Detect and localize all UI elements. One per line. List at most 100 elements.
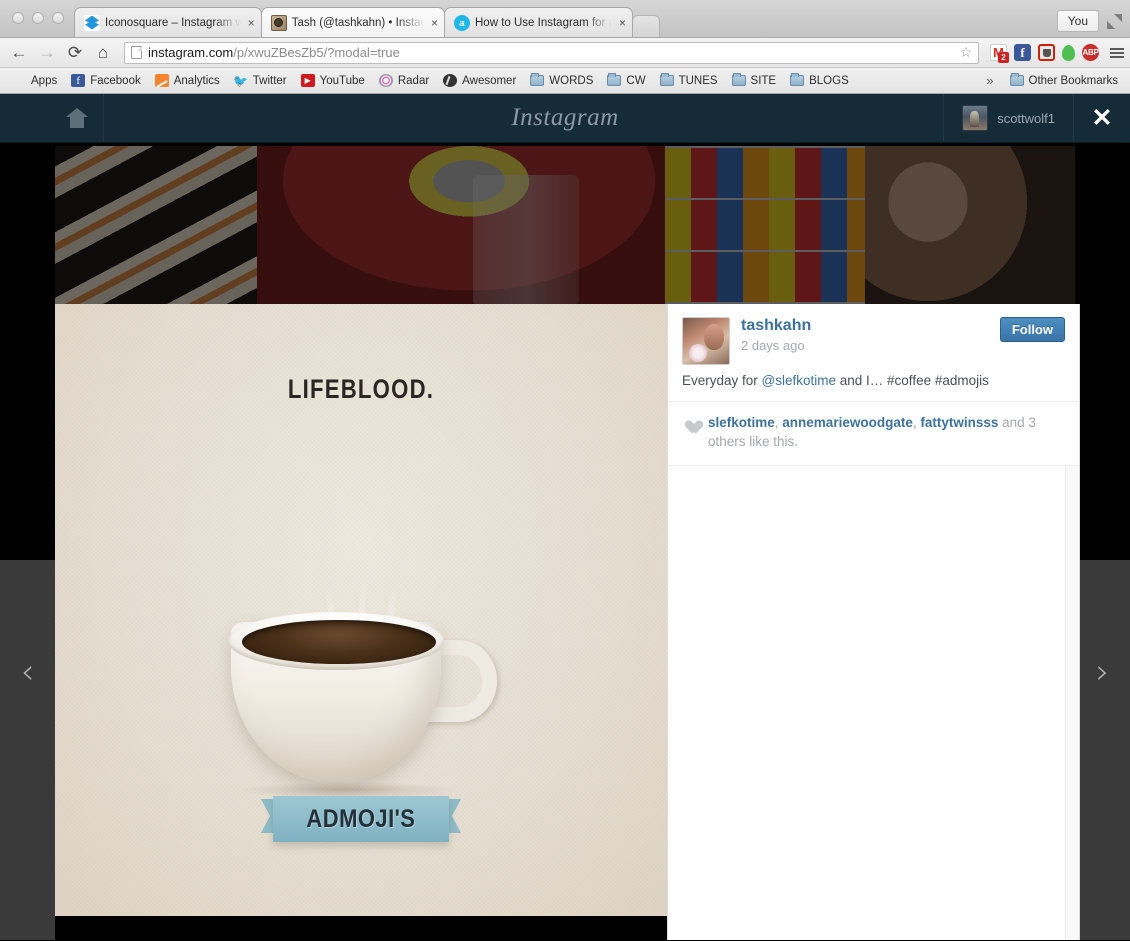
photo-title-text: LIFEBLOOD.	[287, 374, 435, 404]
tab-title: Iconosquare – Instagram w	[105, 16, 244, 29]
like-user-1[interactable]: slefkotime	[708, 415, 775, 430]
bookmark-label: Awesomer	[462, 74, 517, 87]
tab-close-icon[interactable]: ×	[619, 16, 626, 30]
back-button[interactable]: ←	[6, 40, 32, 66]
address-bar[interactable]: instagram.com/p/xwuZBesZb5/?modal=true ☆	[124, 41, 979, 64]
bookmark-label: YouTube	[319, 74, 365, 87]
twitter-icon: 🐦	[233, 73, 249, 88]
folder-icon	[731, 73, 746, 86]
avatar	[962, 105, 989, 131]
profile-button[interactable]: You	[1056, 10, 1099, 32]
comments-scrollbar[interactable]	[1065, 465, 1079, 940]
thumbnail-strip	[0, 146, 1130, 306]
bookmark-facebook[interactable]: f Facebook	[65, 72, 147, 89]
window-minimize-button[interactable]	[32, 12, 44, 24]
thumbnail-strip-right-gap	[1075, 146, 1130, 306]
youtube-icon: ▶	[300, 74, 315, 87]
browser-tab-1[interactable]: Iconosquare – Instagram w ×	[74, 7, 262, 37]
instagram-modal-body: ‹ › LIFEBLOOD. ADMOJI'S tashkahn 2 days …	[0, 142, 1130, 940]
thumbnail-strip-left-gap	[0, 146, 55, 306]
instagram-user-menu[interactable]: scottwolf1	[943, 94, 1074, 142]
bookmark-youtube[interactable]: ▶ YouTube	[295, 72, 371, 89]
url-text: instagram.com/p/xwuZBesZb5/?modal=true	[148, 45, 400, 60]
analytics-icon	[154, 74, 169, 87]
instagram-username: scottwolf1	[997, 110, 1055, 126]
page-info-icon[interactable]	[131, 46, 142, 59]
bookmark-label: BLOGS	[809, 74, 849, 87]
comments-list[interactable]	[668, 465, 1079, 940]
next-photo-button[interactable]: ›	[1075, 562, 1130, 782]
main-photo[interactable]: LIFEBLOOD. ADMOJI'S	[55, 304, 667, 916]
adblock-plus-extension-icon[interactable]: ABP	[1082, 44, 1099, 61]
url-domain: instagram.com	[148, 45, 234, 60]
post-details-panel: tashkahn 2 days ago Follow Everyday for …	[667, 304, 1080, 940]
home-icon	[65, 108, 88, 128]
awesomer-icon	[443, 74, 458, 87]
bookmark-folder-blogs[interactable]: BLOGS	[784, 73, 855, 89]
tab-title: Tash (@tashkahn) • Instag	[291, 16, 427, 29]
bookmark-other-bookmarks[interactable]: Other Bookmarks	[1004, 73, 1124, 89]
thumbnail-sushi[interactable]	[55, 146, 257, 306]
like-user-2[interactable]: annemariewoodgate	[782, 415, 913, 430]
bookmark-label: WORDS	[549, 74, 594, 87]
bookmark-label: Analytics	[173, 74, 220, 87]
iconosquare-icon	[84, 14, 100, 31]
post-author-username[interactable]: tashkahn	[741, 317, 989, 335]
home-button[interactable]: ⌂	[90, 40, 116, 66]
window-controls[interactable]	[8, 0, 74, 37]
thumbnail-couple-selfie[interactable]	[865, 146, 1075, 306]
like-user-3[interactable]: fattytwinsss	[920, 415, 998, 430]
bookmark-label: Twitter	[252, 74, 287, 87]
gmail-extension-icon[interactable]: M2	[990, 44, 1009, 63]
bookmark-folder-tunes[interactable]: TUNES	[654, 73, 724, 89]
new-tab-button[interactable]	[632, 15, 660, 37]
instagram-home-button[interactable]	[50, 94, 104, 142]
bookmark-folder-words[interactable]: WORDS	[524, 73, 599, 89]
likes-and-text: and	[998, 415, 1029, 431]
likes-text: slefkotime, annemariewoodgate, fattytwin…	[708, 413, 1065, 451]
bookmark-awesomer[interactable]: Awesomer	[437, 72, 522, 89]
thumbnail-smurfs-drink[interactable]	[257, 146, 665, 306]
instagram-icon	[270, 14, 287, 31]
reload-button[interactable]: ⟳	[62, 40, 88, 66]
url-path: /p/xwuZBesZb5/?modal=true	[233, 45, 400, 60]
bookmark-folder-site[interactable]: SITE	[726, 73, 783, 89]
tab-close-icon[interactable]: ×	[248, 16, 255, 30]
pin-extension-icon[interactable]	[1062, 44, 1075, 61]
instagram-logo: Instagram	[511, 104, 619, 131]
coffee-cup-illustration	[228, 582, 497, 798]
bookmark-label: TUNES	[678, 74, 718, 87]
facebook-extension-icon[interactable]: f	[1014, 44, 1031, 61]
chrome-menu-icon[interactable]	[1106, 47, 1124, 58]
bookmark-apps[interactable]: Apps	[6, 72, 63, 89]
caption-prefix: Everyday for	[682, 373, 762, 388]
browser-tab-3[interactable]: a How to Use Instagram for a ×	[444, 7, 633, 37]
bookmarks-overflow-icon[interactable]: »	[978, 73, 1001, 88]
close-modal-button[interactable]: ✕	[1074, 94, 1130, 142]
browser-tab-2[interactable]: Tash (@tashkahn) • Instag ×	[260, 7, 445, 37]
thumbnail-cereal-shelf[interactable]	[665, 146, 865, 306]
bookmark-star-icon[interactable]: ☆	[959, 44, 972, 61]
window-zoom-button[interactable]	[52, 12, 64, 24]
caption-suffix: and I… #coffee #admojis	[836, 373, 989, 388]
post-author-avatar[interactable]	[682, 317, 730, 365]
bookmark-folder-cw[interactable]: CW	[601, 73, 651, 89]
post-caption: Everyday for @slefkotime and I… #coffee …	[682, 372, 1065, 390]
caption-mention-link[interactable]: @slefkotime	[762, 373, 836, 388]
folder-icon	[607, 73, 622, 86]
bookmark-radar[interactable]: Radar	[373, 72, 435, 89]
instagram-header: Instagram scottwolf1 ✕	[0, 94, 1130, 142]
tab-close-icon[interactable]: ×	[431, 16, 438, 30]
apps-grid-icon	[12, 74, 26, 87]
previous-photo-button[interactable]: ‹	[0, 562, 55, 782]
stop-extension-icon[interactable]	[1038, 44, 1055, 61]
follow-button[interactable]: Follow	[999, 317, 1065, 342]
bookmark-twitter[interactable]: 🐦 Twitter	[228, 72, 293, 89]
bookmark-label: SITE	[750, 74, 777, 87]
forward-button[interactable]: →	[34, 40, 60, 66]
navigation-bar: ← → ⟳ ⌂ instagram.com/p/xwuZBesZb5/?moda…	[0, 38, 1130, 68]
window-close-button[interactable]	[12, 12, 24, 24]
tabstrip-right-controls: You	[1056, 10, 1130, 37]
bookmark-analytics[interactable]: Analytics	[149, 72, 226, 89]
fullscreen-icon[interactable]	[1107, 13, 1122, 29]
